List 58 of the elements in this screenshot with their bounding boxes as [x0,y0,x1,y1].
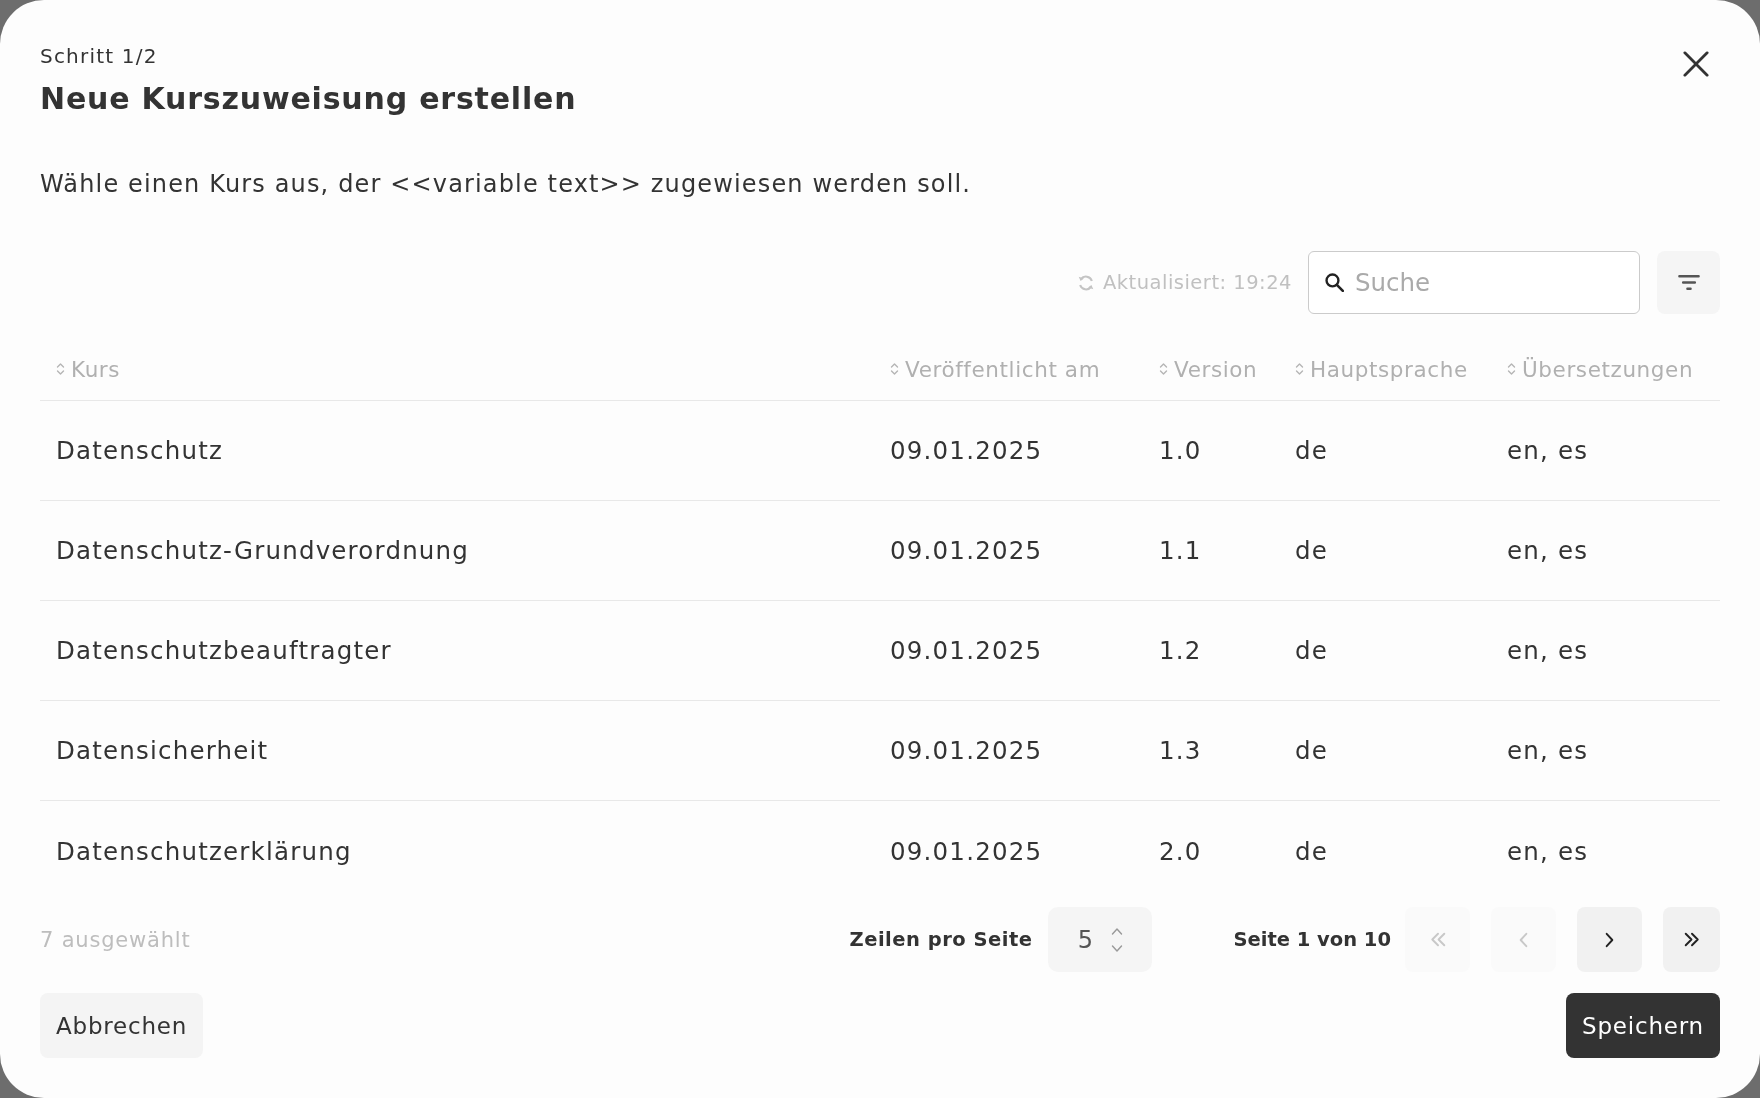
search-field[interactable]: Suche [1308,251,1640,314]
table-cell: Datensicherheit [56,736,269,765]
column-header[interactable]: Veröffentlicht am [890,356,1101,382]
table-cell: 1.2 [1159,636,1202,665]
table-cell: en, es [1507,436,1589,465]
sort-icon [1295,362,1304,376]
table-cell: 1.1 [1159,536,1202,565]
save-button[interactable]: Speichern [1566,993,1720,1058]
table-cell: de [1295,436,1329,465]
table-cell: de [1295,636,1329,665]
table-cell: en, es [1507,736,1589,765]
table-cell: en, es [1507,536,1589,565]
table-cell: 09.01.2025 [890,536,1043,565]
filter-icon [1677,275,1700,290]
column-header[interactable]: Übersetzungen [1507,356,1694,382]
last-page-button[interactable] [1663,907,1720,972]
up-down-chevron-icon [1111,926,1124,953]
step-indicator: Schritt 1/2 [40,44,158,68]
page-info: Seite 1 von 10 [1233,928,1391,951]
table-cell: 09.01.2025 [890,436,1043,465]
refresh-icon [1076,273,1095,292]
table-cell: Datenschutzbeauftragter [56,636,392,665]
filter-button[interactable] [1657,251,1720,314]
table-cell: de [1295,536,1329,565]
table-cell: 2.0 [1159,836,1202,866]
column-header[interactable]: Version [1159,356,1258,382]
table-cell: 09.01.2025 [890,836,1043,866]
search-icon [1325,273,1344,292]
chevron-right-icon [1605,931,1614,948]
table-cell: en, es [1507,836,1589,866]
table-cell: de [1295,736,1329,765]
table-cell: 1.0 [1159,436,1202,465]
sort-icon [1507,362,1516,376]
table-cell: Datenschutz [56,436,224,465]
dialog-title: Neue Kurszuweisung erstellen [40,80,577,118]
table-cell: de [1295,836,1329,866]
table-cell: 09.01.2025 [890,736,1043,765]
sort-icon [1159,362,1168,376]
next-page-button[interactable] [1577,907,1642,972]
cancel-button[interactable]: Abbrechen [40,993,204,1058]
sort-icon [56,362,65,376]
table-cell: en, es [1507,636,1589,665]
column-header[interactable]: Kurs [56,356,121,382]
table-cell: 1.3 [1159,736,1202,765]
last-updated-text: Aktualisiert: 19:24 [1102,271,1292,294]
table-cell: 09.01.2025 [890,636,1043,665]
rows-per-page-select[interactable]: 5 [1048,907,1153,972]
rows-per-page-label: Zeilen pro Seite [849,928,1033,951]
double-chevron-left-icon [1429,932,1446,947]
close-icon [1683,51,1709,77]
table-cell: Datenschutz-Grundverordnung [56,536,470,565]
dialog-description: Wähle einen Kurs aus, der <<variable text>> zugewiesen werden soll. [40,169,972,200]
double-chevron-right-icon [1683,932,1700,947]
sort-icon [890,362,899,376]
column-header[interactable]: Hauptsprache [1295,356,1468,382]
chevron-left-icon [1519,931,1528,948]
table-cell: Datenschutzerklärung [56,836,352,866]
selection-count: 7 ausgewählt [40,927,191,952]
